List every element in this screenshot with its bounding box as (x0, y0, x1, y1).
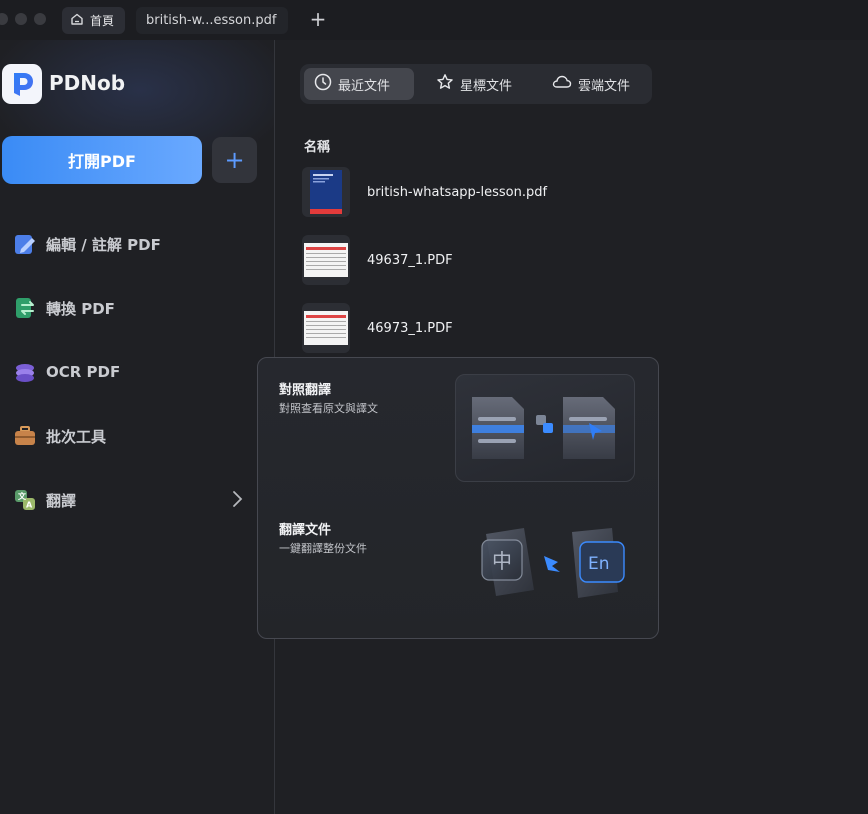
app-name: PDNob (49, 71, 126, 95)
source-language-glyph: 中 (492, 549, 512, 573)
home-icon (70, 12, 84, 29)
file-name: 46973_1.PDF (367, 320, 453, 336)
option-subtitle: 對照查看原文與譯文 (279, 402, 378, 415)
sidebar-item-label: 翻譯 (46, 491, 77, 510)
file-thumbnail (302, 167, 350, 217)
clock-icon (314, 73, 332, 95)
tab-home[interactable]: 首頁 (62, 7, 125, 34)
sidebar-item-label: 編輯 / 註解 PDF (46, 235, 161, 254)
tab-cloud[interactable]: 雲端文件 (542, 68, 642, 100)
target-language-glyph: En (588, 554, 610, 574)
chevron-right-icon[interactable] (231, 490, 243, 513)
tab-recent-label: 最近文件 (338, 78, 391, 94)
translate-icon: 文A (12, 487, 38, 513)
option-title: 翻譯文件 (279, 523, 332, 538)
tab-home-label: 首頁 (90, 14, 115, 28)
sidebar-item-batch[interactable]: 批次工具 (12, 421, 106, 451)
sidebar-item-label: OCR PDF (46, 363, 121, 381)
star-icon (436, 73, 454, 95)
file-thumbnail (302, 235, 350, 285)
tab-document[interactable]: british-w...esson.pdf (136, 7, 288, 34)
title-bar: 首頁 british-w...esson.pdf + (0, 0, 868, 40)
open-pdf-button[interactable]: 打開PDF (2, 136, 202, 184)
cloud-icon (552, 73, 572, 95)
translate-menu: 對照翻譯 對照查看原文與譯文 翻譯文件 一鍵翻譯整份文件 中 En (257, 357, 659, 639)
option-subtitle: 一鍵翻譯整份文件 (279, 542, 367, 555)
file-name: british-whatsapp-lesson.pdf (367, 184, 548, 200)
tab-document-label: british-w...esson.pdf (146, 13, 277, 28)
sidebar-item-label: 批次工具 (46, 427, 107, 446)
tab-recent[interactable]: 最近文件 (304, 68, 414, 100)
window-minimize-button[interactable] (15, 13, 27, 25)
file-row[interactable]: 49637_1.PDF (302, 235, 702, 285)
sidebar-item-ocr[interactable]: OCR PDF (12, 357, 120, 387)
file-name: 49637_1.PDF (367, 252, 453, 268)
sidebar-item-convert[interactable]: 轉換 PDF (12, 293, 115, 323)
new-tab-button[interactable]: + (307, 8, 329, 30)
ocr-icon (12, 359, 38, 385)
sidebar-item-translate[interactable]: 文A 翻譯 (12, 485, 76, 515)
tab-starred-label: 星標文件 (460, 78, 513, 94)
column-header-name[interactable]: 名稱 (304, 136, 330, 155)
file-row[interactable]: 46973_1.PDF (302, 303, 702, 353)
sidebar-item-label: 轉換 PDF (46, 299, 115, 318)
window-zoom-button[interactable] (34, 13, 46, 25)
parallel-translate-option[interactable]: 對照翻譯 對照查看原文與譯文 (258, 358, 658, 498)
file-category-tabs: 最近文件 星標文件 雲端文件 (300, 64, 652, 104)
option-title: 對照翻譯 (279, 383, 332, 398)
svg-text:文: 文 (18, 491, 27, 501)
svg-text:A: A (26, 501, 33, 510)
window-close-button[interactable] (0, 13, 8, 25)
parallel-translate-illustration (455, 374, 635, 482)
app-logo (2, 64, 42, 104)
toolbox-icon (12, 423, 38, 449)
file-row[interactable]: british-whatsapp-lesson.pdf (302, 167, 702, 217)
add-button[interactable]: + (212, 137, 257, 183)
file-thumbnail (302, 303, 350, 353)
sidebar-item-edit[interactable]: 編輯 / 註解 PDF (12, 229, 161, 259)
edit-icon (12, 231, 38, 257)
tab-cloud-label: 雲端文件 (578, 78, 631, 94)
convert-icon (12, 295, 38, 321)
tab-starred[interactable]: 星標文件 (426, 68, 526, 100)
document-translate-illustration: 中 En (472, 520, 642, 620)
